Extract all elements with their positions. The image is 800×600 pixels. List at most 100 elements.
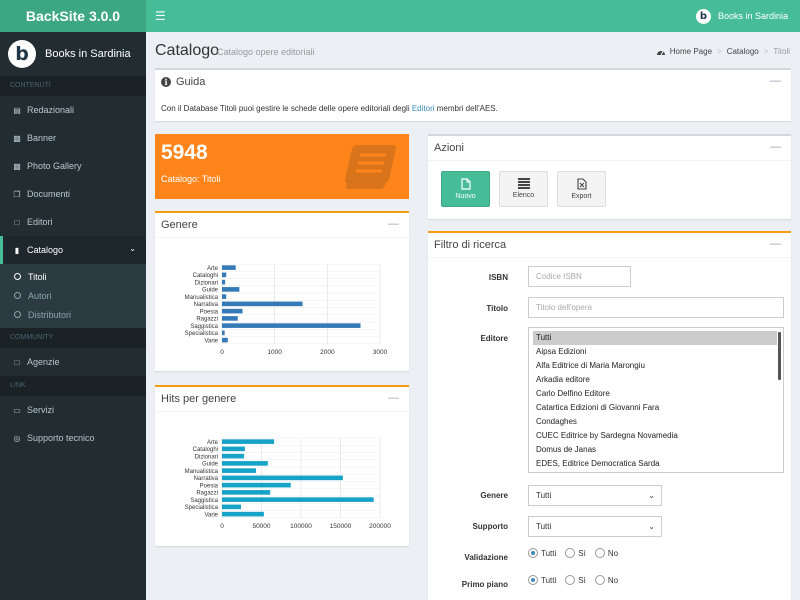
sidebar-item-editori[interactable]: □ Editori [0, 208, 146, 236]
azioni-title: Azioni [434, 142, 464, 154]
sidebar-item-agenzie[interactable]: □ Agenzie [0, 348, 146, 376]
book-icon [344, 145, 397, 189]
hits-bar [222, 439, 275, 444]
collapse-minus-icon[interactable]: — [388, 392, 399, 404]
sidebar-item-documenti[interactable]: ❐ Documenti [0, 180, 146, 208]
brand-logo-icon: b [695, 8, 711, 24]
excel-file-icon [576, 178, 587, 190]
genere-select-value: Tutti [536, 491, 552, 500]
breadcrumb-home[interactable]: Home Page [670, 47, 712, 56]
primo-piano-label: Primo piano [461, 580, 508, 589]
breadcrumb-catalogo[interactable]: Catalogo [727, 47, 759, 56]
editore-option[interactable]: EDES, Editrice Democratica Sarda [533, 457, 777, 471]
genere-category-label: Narrativa [194, 302, 219, 308]
stat-label: Catalogo: Titoli [161, 174, 221, 184]
hits-category-label: Arte [207, 440, 219, 446]
primo-piano-radio-si[interactable] [565, 575, 576, 585]
editore-option[interactable]: Domus de Janas [533, 443, 777, 457]
hits-bar [222, 511, 264, 517]
radio-label: Sì [578, 548, 586, 558]
breadcrumb-separator: > [717, 47, 722, 56]
hits-category-label: Poesia [200, 483, 219, 489]
editore-option[interactable]: Aipsa Edizioni [533, 345, 777, 359]
editore-option[interactable]: Catartica Edizioni di Giovanni Fara [533, 401, 777, 415]
genere-bar [222, 294, 227, 299]
sidebar-subitem-distributori[interactable]: Distributori [0, 305, 146, 324]
primo-piano-radio-group: Tutti Sì No [528, 575, 627, 585]
guida-box: i Guida — Con il Database Titoli puoi ge… [155, 68, 791, 121]
chevron-down-icon: ⌄ [648, 522, 655, 531]
genere-category-label: Cataloghi [193, 273, 218, 279]
validazione-radio-no[interactable] [594, 548, 605, 558]
genere-chart-box: Genere — 0 1000 2000 3000 Arte Cataloghi Dizio… [155, 211, 409, 371]
guida-title-label: Guida [176, 76, 206, 88]
hits-category-label: Narrativa [194, 476, 219, 482]
filtro-box: Filtro di ricerca — ISBN Titolo Editore … [428, 231, 791, 600]
genere-category-label: Guide [202, 288, 219, 294]
editore-option[interactable]: CUEC Editrice by Sardegna Novamedia [533, 429, 777, 443]
collapse-minus-icon[interactable]: — [388, 218, 399, 230]
azioni-box-header: Azioni — [428, 136, 791, 161]
sidebar-item-catalogo[interactable]: ▮ Catalogo ⌄ [0, 236, 146, 264]
editore-label: Editore [480, 334, 508, 343]
sidebar-item-supporto-tecnico[interactable]: ◎ Supporto tecnico [0, 424, 146, 452]
sidebar-subitem-titoli[interactable]: Titoli [0, 267, 146, 286]
sidebar-subitem-label: Titoli [28, 271, 47, 282]
editore-option[interactable]: Alfa Editrice di Maria Marongiu [533, 359, 777, 373]
validazione-label: Validazione [464, 553, 508, 562]
sidebar-subitem-autori[interactable]: Autori [0, 286, 146, 305]
hits-tick-label: 50000 [252, 523, 270, 530]
genere-bar [222, 301, 303, 307]
radio-label: Tutti [541, 548, 557, 558]
elenco-button[interactable]: Elenco [499, 171, 548, 207]
editori-link[interactable]: Editori [412, 104, 435, 113]
hamburger-menu-icon[interactable]: ☰ [155, 9, 166, 23]
collapse-minus-icon[interactable]: — [770, 238, 781, 250]
file-text-icon: ▤ [13, 105, 21, 115]
nuovo-button[interactable]: Nuovo [441, 171, 490, 207]
editore-option[interactable]: Arkadia editore [533, 373, 777, 387]
user-menu[interactable]: b Books in Sardinia [695, 7, 788, 25]
hits-bar [222, 475, 343, 481]
dashboard-icon [656, 50, 665, 55]
primo-piano-radio-no[interactable] [594, 575, 605, 585]
sidebar-subitem-label: Autori [28, 290, 52, 301]
chevron-down-icon: ⌄ [648, 491, 655, 500]
editore-listbox[interactable]: Tutti Aipsa Edizioni Alfa Editrice di Ma… [528, 327, 784, 473]
hits-bar [222, 490, 271, 495]
editore-option[interactable]: Carlo Delfino Editore [533, 387, 777, 401]
app-title[interactable]: BackSite 3.0.0 [0, 0, 146, 32]
validazione-radio-si[interactable] [565, 548, 576, 558]
page-subtitle: Catalogo opere editoriali [217, 47, 315, 57]
primo-piano-radio-tutti[interactable] [528, 575, 538, 585]
sidebar-item-label: Documenti [27, 189, 71, 199]
validazione-radio-tutti[interactable] [528, 548, 538, 558]
sidebar-item-redazionali[interactable]: ▤ Redazionali [0, 96, 146, 124]
hits-category-label: Manualistica [185, 469, 219, 475]
stat-box-titoli[interactable]: 5948 Catalogo: Titoli [155, 134, 409, 199]
guida-title: i Guida [161, 76, 205, 88]
editore-option[interactable]: Tutti [533, 331, 777, 345]
titolo-input[interactable] [528, 297, 784, 318]
hits-title: Hits per genere [161, 393, 237, 405]
listbox-scrollbar[interactable] [778, 332, 781, 380]
collapse-minus-icon[interactable]: — [770, 141, 781, 153]
sidebar-item-servizi[interactable]: ▭ Servizi [0, 396, 146, 424]
hits-chart-box: Hits per genere — 0 50000 100000 150000 2000… [155, 385, 409, 546]
editore-option[interactable]: Condaghes [533, 415, 777, 429]
supporto-select[interactable]: Tutti ⌄ [528, 516, 662, 537]
sidebar-item-photo-gallery[interactable]: ▩ Photo Gallery [0, 152, 146, 180]
hits-category-label: Specialistica [185, 505, 219, 511]
genere-category-label: Dizionari [195, 280, 218, 286]
isbn-input[interactable] [528, 266, 631, 287]
collapse-minus-icon[interactable]: — [770, 75, 781, 87]
sidebar-item-banner[interactable]: ▩ Banner [0, 124, 146, 152]
genere-select[interactable]: Tutti ⌄ [528, 485, 662, 506]
genere-category-label: Arte [207, 266, 219, 272]
export-button[interactable]: Export [557, 171, 606, 207]
new-file-icon [460, 178, 471, 190]
guida-text: Con il Database Titoli puoi gestire le s… [161, 104, 498, 113]
filtro-box-header: Filtro di ricerca — [428, 233, 791, 258]
genere-box-header: Genere — [155, 213, 409, 238]
genere-bar [222, 272, 227, 278]
